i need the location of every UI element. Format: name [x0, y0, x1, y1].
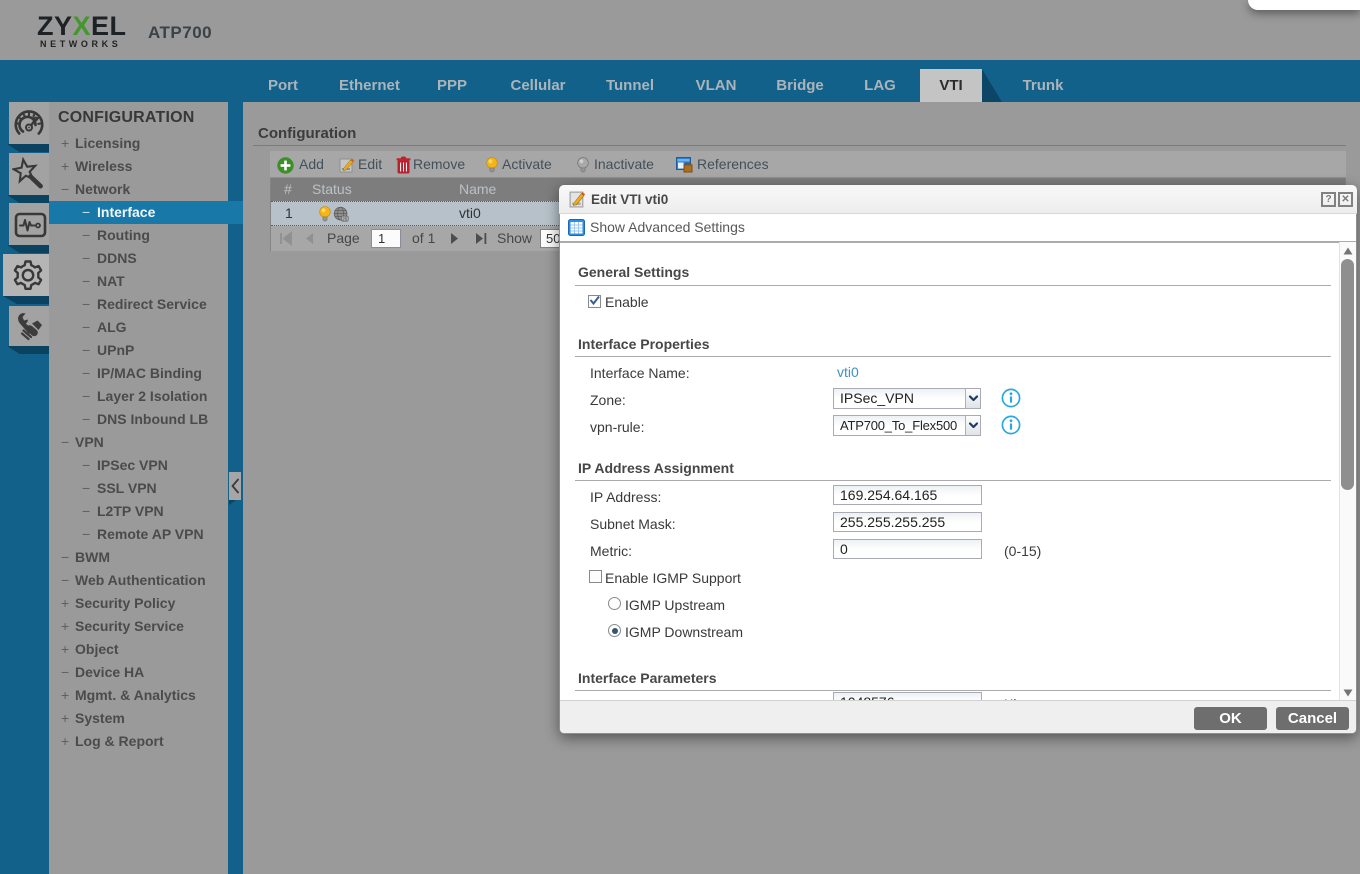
svg-text:25: 25 — [342, 216, 347, 221]
